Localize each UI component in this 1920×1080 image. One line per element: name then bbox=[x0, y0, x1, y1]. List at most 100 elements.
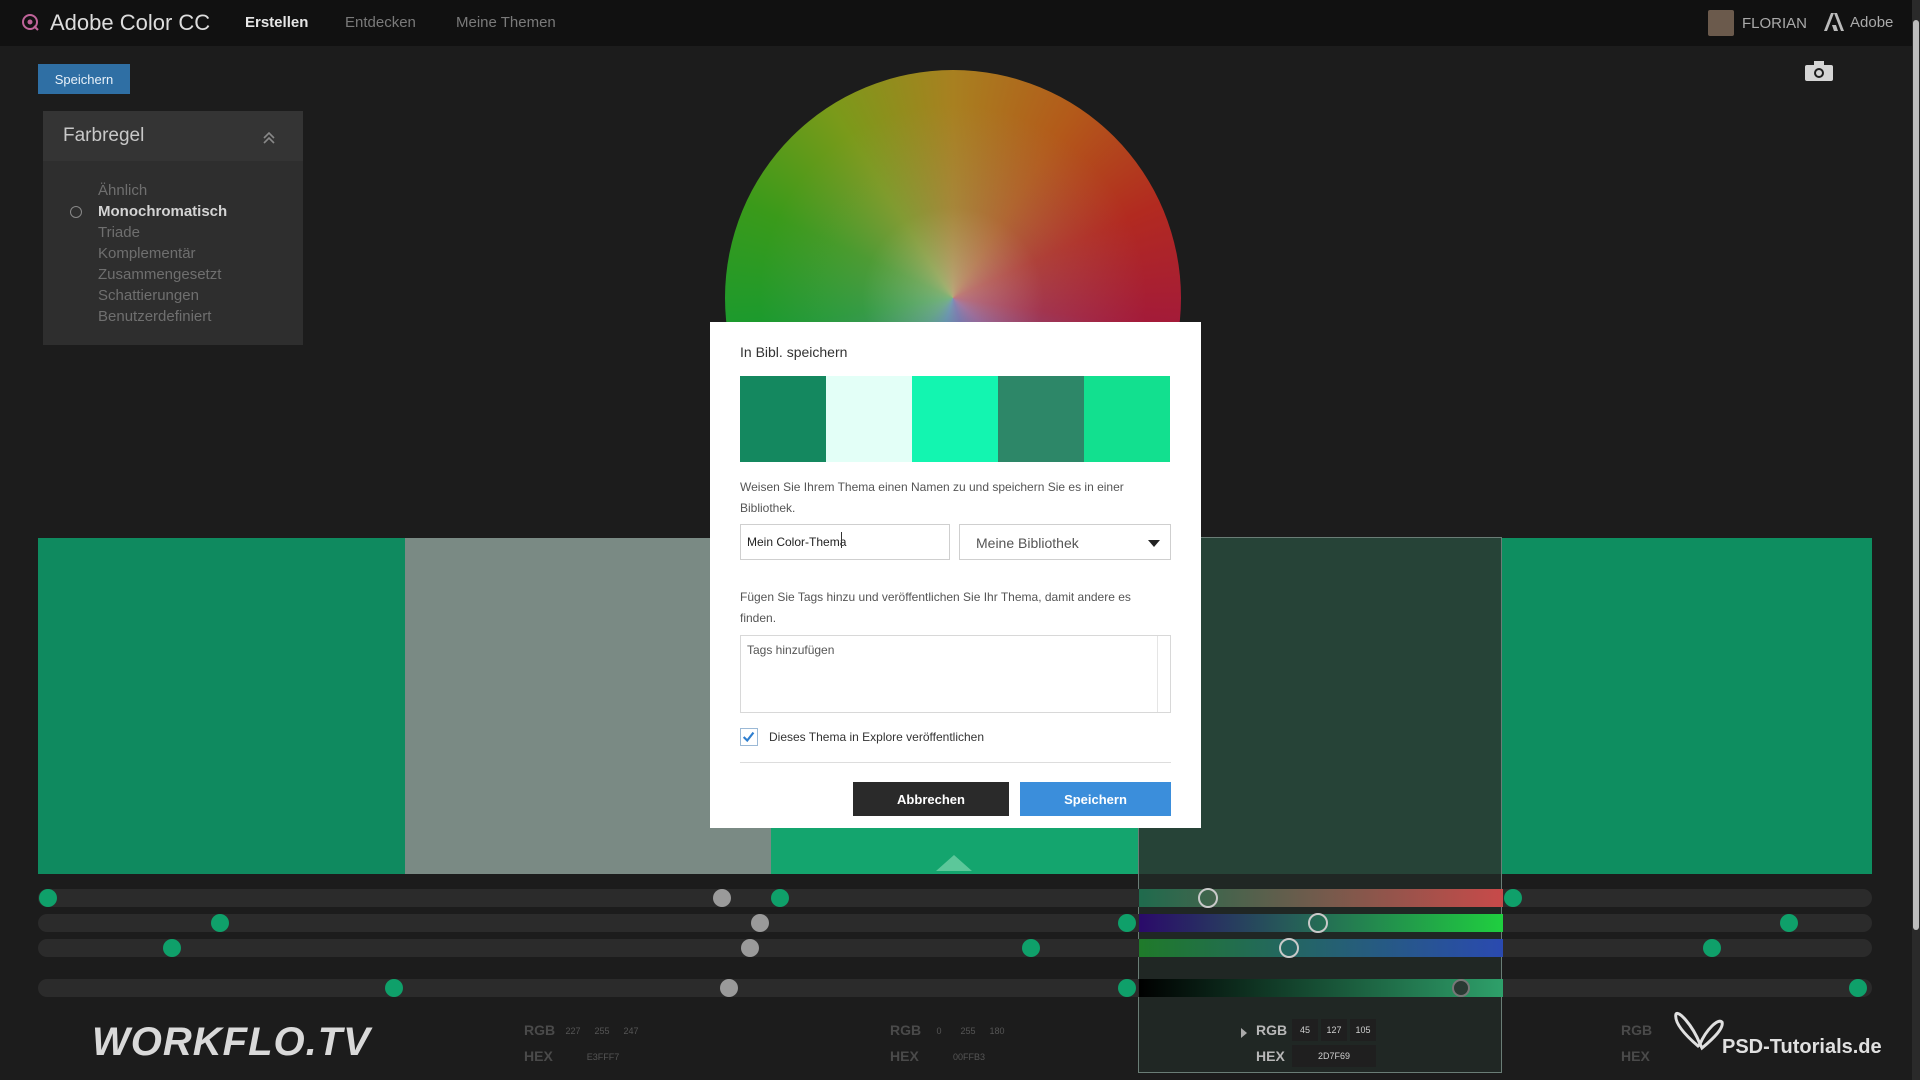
radio-selected-icon[interactable] bbox=[70, 206, 82, 218]
rule-item-schattierungen[interactable]: Schattierungen bbox=[98, 287, 199, 304]
color-rule-panel: Farbregel Ähnlich Monochromatisch Triade… bbox=[43, 111, 303, 345]
rgb-label: RGB bbox=[1621, 1022, 1653, 1038]
name-hint-text: Weisen Sie Ihrem Thema einen Namen zu un… bbox=[740, 480, 1124, 515]
tags-scrollbar bbox=[1157, 636, 1170, 712]
rgb-b-value[interactable]: 105 bbox=[1350, 1025, 1376, 1035]
user-name[interactable]: FLORIAN bbox=[1742, 15, 1807, 32]
slider-knob[interactable] bbox=[1118, 914, 1136, 932]
rule-item-benutzerdefiniert[interactable]: Benutzerdefiniert bbox=[98, 308, 211, 325]
slider-knob[interactable] bbox=[163, 939, 181, 957]
slider-knob[interactable] bbox=[211, 914, 229, 932]
rule-item-triade[interactable]: Triade bbox=[98, 224, 140, 241]
color-rule-title: Farbregel bbox=[63, 125, 145, 146]
expand-arrow-icon[interactable] bbox=[1241, 1028, 1247, 1038]
rgb-b-value[interactable]: 180 bbox=[986, 1026, 1008, 1036]
dialog-swatch-1 bbox=[740, 376, 826, 462]
dialog-swatch-3 bbox=[912, 376, 998, 462]
dialog-swatch-5 bbox=[1084, 376, 1170, 462]
color-rule-header[interactable]: Farbregel bbox=[43, 111, 303, 161]
slider-knob[interactable] bbox=[1504, 889, 1522, 907]
dialog-title: In Bibl. speichern bbox=[740, 344, 848, 360]
hex-value[interactable]: 00FFB3 bbox=[936, 1052, 1002, 1062]
slider-knob[interactable] bbox=[1279, 938, 1299, 958]
top-bar: Adobe Color CC Erstellen Entdecken Meine… bbox=[0, 0, 1920, 46]
dialog-save-button[interactable]: Speichern bbox=[1020, 782, 1171, 816]
slider-track-brightness[interactable] bbox=[38, 979, 1872, 997]
library-select-value: Meine Bibliothek bbox=[976, 535, 1079, 551]
tags-hint-text: Fügen Sie Tags hinzu und veröffentlichen… bbox=[740, 590, 1131, 625]
save-to-library-dialog: In Bibl. speichern Weisen Sie Ihrem Them… bbox=[710, 322, 1201, 828]
tags-input[interactable]: Tags hinzufügen bbox=[740, 635, 1171, 713]
palette-swatch-1[interactable] bbox=[38, 538, 405, 874]
slider-knob[interactable] bbox=[1452, 979, 1470, 997]
hex-label: HEX bbox=[1256, 1048, 1285, 1064]
base-color-triangle-icon[interactable] bbox=[936, 855, 972, 871]
rgb-label: RGB bbox=[890, 1022, 922, 1038]
slider-knob[interactable] bbox=[385, 979, 403, 997]
library-select[interactable]: Meine Bibliothek bbox=[959, 524, 1171, 560]
slider-knob[interactable] bbox=[1849, 979, 1867, 997]
slider-knob[interactable] bbox=[771, 889, 789, 907]
rgb-label: RGB bbox=[524, 1022, 556, 1038]
caret-down-icon[interactable] bbox=[1148, 540, 1160, 547]
tab-erstellen[interactable]: Erstellen bbox=[245, 14, 308, 31]
slider-knob[interactable] bbox=[1308, 913, 1328, 933]
dialog-swatch-4 bbox=[998, 376, 1084, 462]
publish-checkbox[interactable] bbox=[740, 728, 758, 746]
app-title: Adobe Color CC bbox=[50, 10, 211, 35]
text-cursor bbox=[841, 532, 842, 548]
dialog-divider bbox=[740, 762, 1171, 763]
dialog-swatch-2 bbox=[826, 376, 912, 462]
tab-entdecken[interactable]: Entdecken bbox=[345, 14, 416, 31]
slider-track-3[interactable] bbox=[38, 939, 1872, 957]
tab-meine-themen[interactable]: Meine Themen bbox=[456, 14, 556, 31]
avatar[interactable] bbox=[1708, 10, 1734, 36]
hex-value[interactable]: 2D7F69 bbox=[1292, 1051, 1376, 1061]
adobe-logo-icon[interactable] bbox=[1824, 13, 1844, 31]
rgb-r-value[interactable]: 0 bbox=[928, 1026, 950, 1036]
rgb-g-value[interactable]: 255 bbox=[591, 1026, 613, 1036]
slider-knob[interactable] bbox=[1118, 979, 1136, 997]
rule-item-aehnlich[interactable]: Ähnlich bbox=[98, 182, 147, 199]
rgb-r-value[interactable]: 227 bbox=[562, 1026, 584, 1036]
slider-knob[interactable] bbox=[1703, 939, 1721, 957]
rgb-g-value[interactable]: 127 bbox=[1321, 1025, 1347, 1035]
adobe-link[interactable]: Adobe bbox=[1850, 14, 1893, 31]
hex-label: HEX bbox=[1621, 1048, 1650, 1064]
chevron-up-double-icon[interactable] bbox=[261, 129, 277, 145]
slider-blue-gradient[interactable] bbox=[1139, 939, 1503, 957]
hex-value[interactable]: E3FFF7 bbox=[570, 1052, 636, 1062]
rgb-g-value[interactable]: 255 bbox=[957, 1026, 979, 1036]
slider-red-gradient[interactable] bbox=[1139, 889, 1503, 907]
slider-knob[interactable] bbox=[1780, 914, 1798, 932]
slider-brightness-gradient[interactable] bbox=[1139, 979, 1503, 997]
rule-item-komplementaer[interactable]: Komplementär bbox=[98, 245, 196, 262]
slider-knob[interactable] bbox=[1198, 888, 1218, 908]
psd-tutorials-watermark: PSD-Tutorials.de bbox=[1722, 1036, 1882, 1058]
workflo-watermark: WORKFLO.TV bbox=[92, 1020, 371, 1064]
rgb-r-value[interactable]: 45 bbox=[1292, 1025, 1318, 1035]
cancel-button[interactable]: Abbrechen bbox=[853, 782, 1009, 816]
checkmark-icon bbox=[742, 731, 755, 743]
scrollbar-thumb[interactable] bbox=[1913, 20, 1919, 930]
publish-label[interactable]: Dieses Thema in Explore veröffentlichen bbox=[769, 730, 984, 744]
slider-knob[interactable] bbox=[39, 889, 57, 907]
adobe-color-icon[interactable] bbox=[20, 12, 40, 32]
save-button[interactable]: Speichern bbox=[38, 64, 130, 94]
slider-knob[interactable] bbox=[751, 914, 769, 932]
hex-label: HEX bbox=[890, 1048, 919, 1064]
rgb-label: RGB bbox=[1256, 1022, 1288, 1038]
slider-knob[interactable] bbox=[1022, 939, 1040, 957]
rgb-b-value[interactable]: 247 bbox=[620, 1026, 642, 1036]
slider-knob[interactable] bbox=[720, 979, 738, 997]
hex-label: HEX bbox=[524, 1048, 553, 1064]
rule-item-monochromatisch[interactable]: Monochromatisch bbox=[98, 203, 227, 220]
slider-knob[interactable] bbox=[713, 889, 731, 907]
rule-item-zusammengesetzt[interactable]: Zusammengesetzt bbox=[98, 266, 221, 283]
slider-knob[interactable] bbox=[741, 939, 759, 957]
theme-name-input[interactable] bbox=[740, 524, 950, 560]
slider-track-2[interactable] bbox=[38, 914, 1872, 932]
slider-track-1[interactable] bbox=[38, 889, 1872, 907]
palette-swatch-5[interactable] bbox=[1502, 538, 1872, 874]
camera-icon[interactable] bbox=[1804, 60, 1834, 82]
